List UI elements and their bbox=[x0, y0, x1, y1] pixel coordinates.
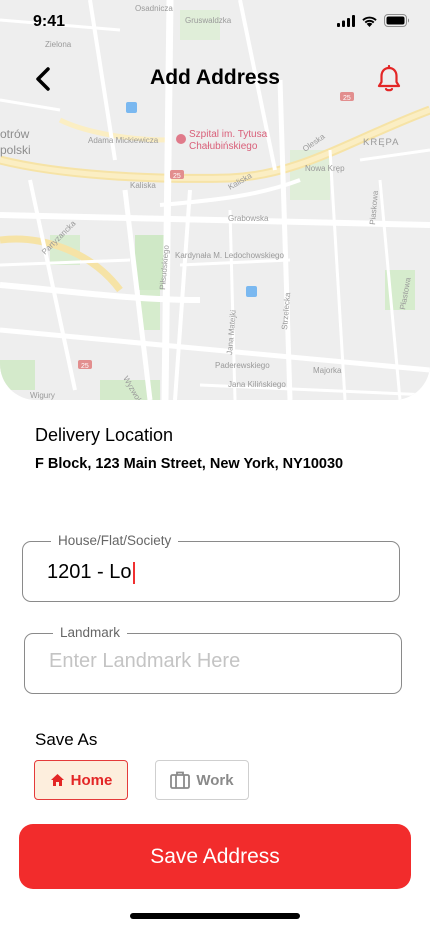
map-label: Jana Kilińskiego bbox=[228, 380, 286, 389]
map-graphic: 25 25 25 Osadnicza Gruswaldzka Zielona S… bbox=[0, 0, 430, 400]
save-as-title: Save As bbox=[35, 730, 98, 749]
map-label: polski bbox=[0, 143, 31, 157]
map-label: Majorka bbox=[313, 366, 342, 375]
landmark-input[interactable] bbox=[49, 650, 369, 673]
status-bar: 9:41 bbox=[0, 0, 430, 44]
house-flat-society-field[interactable]: House/Flat/Society 1201 - Lo bbox=[22, 533, 400, 602]
map-label: Paderewskiego bbox=[215, 361, 270, 370]
work-option-label: Work bbox=[196, 771, 234, 789]
route-shield-label: 25 bbox=[343, 95, 351, 102]
status-time: 9:41 bbox=[33, 13, 66, 30]
map-label: KRĘPA bbox=[363, 137, 400, 148]
route-shield-label: 25 bbox=[173, 173, 181, 180]
map-label: Nowa Kręp bbox=[305, 164, 345, 173]
page-title: Add Address bbox=[150, 66, 280, 89]
house-field-label: House/Flat/Society bbox=[51, 533, 179, 548]
map-label: Wigury bbox=[30, 391, 55, 400]
text-cursor bbox=[132, 561, 135, 584]
home-option-label: Home bbox=[70, 771, 113, 789]
home-indicator bbox=[130, 913, 300, 919]
map-label: Kardynała M. Ledochowskiego bbox=[175, 251, 285, 260]
briefcase-icon bbox=[170, 771, 191, 789]
landmark-field[interactable]: Landmark bbox=[24, 625, 402, 694]
map-label: otrów bbox=[0, 127, 30, 141]
save-as-home-option[interactable]: Home bbox=[34, 760, 128, 800]
house-field-value[interactable]: 1201 - Lo bbox=[47, 561, 132, 584]
notification-button[interactable] bbox=[374, 64, 404, 94]
map-label: Kaliska bbox=[130, 181, 156, 190]
map-view[interactable]: 25 25 25 Osadnicza Gruswaldzka Zielona S… bbox=[0, 0, 430, 400]
battery-icon bbox=[384, 14, 409, 27]
save-address-button[interactable]: Save Address bbox=[19, 824, 411, 889]
route-shield-label: 25 bbox=[81, 363, 89, 370]
save-as-work-option[interactable]: Work bbox=[155, 760, 249, 800]
map-label: Adama Mickiewicza bbox=[88, 136, 159, 145]
map-label: Szpital im. Tytusa bbox=[189, 129, 268, 140]
home-icon bbox=[50, 774, 64, 786]
bell-icon bbox=[377, 65, 401, 92]
map-label: Chałubińskiego bbox=[189, 141, 258, 152]
delivery-location-title: Delivery Location bbox=[35, 425, 174, 445]
delivery-address: F Block, 123 Main Street, New York, NY10… bbox=[35, 456, 344, 472]
landmark-field-label: Landmark bbox=[53, 625, 128, 640]
status-icons bbox=[337, 14, 410, 27]
wifi-icon bbox=[362, 16, 377, 27]
map-label: Grabowska bbox=[228, 214, 269, 223]
cellular-signal-icon bbox=[337, 14, 355, 27]
